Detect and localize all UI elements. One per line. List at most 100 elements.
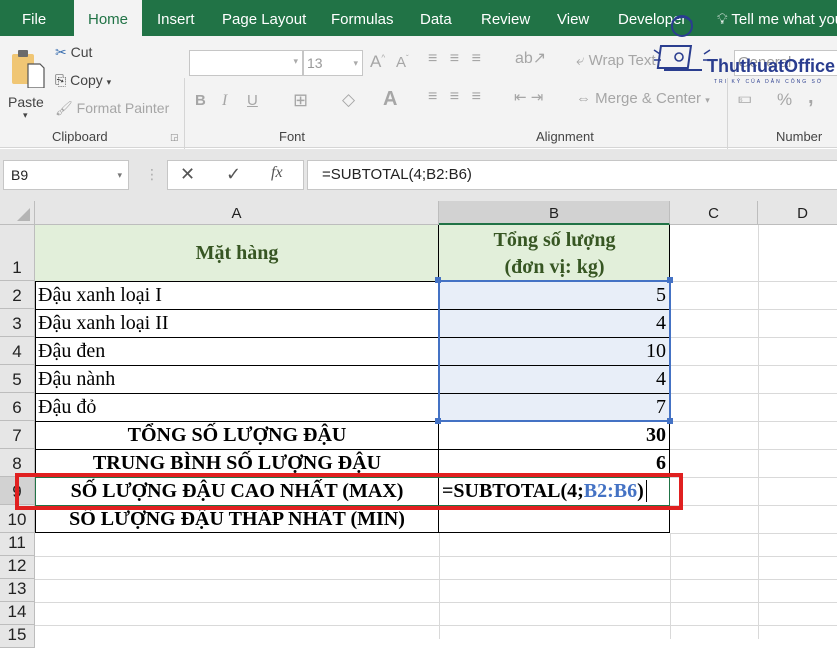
column-header-d[interactable]: D [758,201,837,225]
clipboard-group-label: Clipboard [52,129,108,144]
gridline [670,393,837,394]
gridline [35,625,837,626]
formula-bar-grip[interactable]: ⋮ [145,166,159,183]
person-laptop-icon [653,15,711,71]
item-name-cell[interactable]: Đậu đen [38,337,438,365]
item-name-cell[interactable]: Đậu đỏ [38,393,438,421]
orientation-button[interactable]: ab↗ [515,48,546,68]
chevron-down-icon[interactable]: ▾ [117,161,122,189]
font-name-dropdown[interactable]: ▾ [189,50,303,76]
gridline [439,533,440,639]
range-handle[interactable] [435,277,441,283]
row-header-15[interactable]: 15 [0,625,35,648]
header-quantity-line1: Tổng số lượng [493,228,616,251]
number-group-label: Number [776,129,823,144]
row-header-7[interactable]: 7 [0,421,35,449]
gridline [35,602,837,603]
summary-total-value[interactable]: 30 [440,421,666,449]
format-painter-button[interactable]: 🖌︎ Format Painter [55,100,169,117]
font-size-dropdown[interactable]: 13 ▾ [303,50,363,76]
copy-button[interactable]: ⎘ Copy ▾ [55,72,111,89]
tab-review[interactable]: Review [481,0,530,36]
paste-dropdown-icon[interactable]: ▾ [23,110,28,121]
font-color-button[interactable]: A [383,88,397,111]
watermark-brand: ThuthuatOffice [707,56,835,76]
font-color-icon: A [383,88,398,110]
clipboard-launcher-icon[interactable]: ◲ [170,132,179,143]
range-handle[interactable] [435,418,441,424]
indent-buttons[interactable]: ⇤ ⇥ [514,88,543,106]
item-name-cell[interactable]: Đậu xanh loại II [38,309,438,337]
cancel-icon[interactable]: ✕ [180,164,195,185]
gridline [670,449,837,450]
gridline [670,533,837,534]
merge-icon: ⇔ [576,90,591,107]
underline-button[interactable]: U [247,92,258,109]
tab-formulas[interactable]: Formulas [331,0,394,36]
tab-insert[interactable]: Insert [157,0,195,36]
summary-total-label[interactable]: TỔNG SỐ LƯỢNG ĐẬU [35,421,439,449]
currency-icon: 💵︎ [738,90,752,107]
bold-button[interactable]: B [195,92,206,109]
fill-color-button[interactable]: ◇ [342,90,355,110]
borders-button[interactable]: ⊞ [293,90,308,111]
chevron-down-icon: ▾ [293,56,298,66]
gridline [35,556,837,557]
vertical-align-buttons[interactable]: ≡ ≡ ≡ [428,50,485,68]
row-header-1[interactable]: 1 [0,225,35,281]
row-header-6[interactable]: 6 [0,393,35,421]
wrap-text-button[interactable]: ⤶ Wrap Text [576,52,656,69]
gridline [670,477,837,478]
row-header-13[interactable]: 13 [0,579,35,602]
tab-file[interactable]: File [22,0,46,36]
accounting-format-button[interactable]: 💵︎ [738,90,752,107]
header-item-name: Mặt hàng [195,241,279,264]
gridline [35,579,837,580]
italic-button[interactable]: I [222,92,227,110]
item-name-cell[interactable]: Đậu xanh loại I [38,281,438,309]
tab-view[interactable]: View [557,0,589,36]
highlight-box [15,473,683,510]
paste-button[interactable]: Paste ▾ [8,44,48,124]
border [35,281,439,282]
row-header-5[interactable]: 5 [0,365,35,393]
alignment-group-label: Alignment [536,129,594,144]
range-handle[interactable] [667,418,673,424]
border [35,532,670,533]
cut-button[interactable]: ✂ Cut [55,44,92,61]
tab-page-layout[interactable]: Page Layout [222,0,306,36]
name-box[interactable]: B9 ▾ [3,160,129,190]
row-header-12[interactable]: 12 [0,556,35,579]
merge-center-button[interactable]: ⇔ Merge & Center ▾ [576,90,710,107]
copy-icon: ⎘ [55,72,67,88]
column-header-c[interactable]: C [670,201,758,225]
decrease-font-size-button[interactable]: Aˇ [396,54,409,71]
column-header-b[interactable]: B [439,201,670,225]
gridline [670,281,837,282]
chevron-down-icon: ▾ [353,58,358,68]
comma-style-button[interactable]: , [808,86,814,109]
tab-home[interactable]: Home [74,0,142,36]
horizontal-align-buttons[interactable]: ≡ ≡ ≡ [428,88,485,106]
gridline [670,533,671,639]
item-name-cell[interactable]: Đậu nành [38,365,438,393]
row-header-4[interactable]: 4 [0,337,35,365]
percent-button[interactable]: % [777,90,792,110]
row-header-2[interactable]: 2 [0,281,35,309]
row-header-14[interactable]: 14 [0,602,35,625]
gridline [670,421,837,422]
increase-font-size-button[interactable]: A^ [370,52,385,72]
select-all-corner[interactable] [0,201,35,225]
row-header-11[interactable]: 11 [0,533,35,556]
tab-data[interactable]: Data [420,0,452,36]
formula-input[interactable]: =SUBTOTAL(4;B2:B6) [307,160,837,190]
range-handle[interactable] [667,277,673,283]
row-header-3[interactable]: 3 [0,309,35,337]
gridline [670,337,837,338]
gridline [758,225,759,639]
insert-function-icon[interactable]: fx [271,164,283,182]
font-group-label: Font [279,129,306,144]
enter-check-icon[interactable]: ✓ [226,164,241,185]
column-header-a[interactable]: A [35,201,439,225]
paste-label: Paste [8,94,44,110]
